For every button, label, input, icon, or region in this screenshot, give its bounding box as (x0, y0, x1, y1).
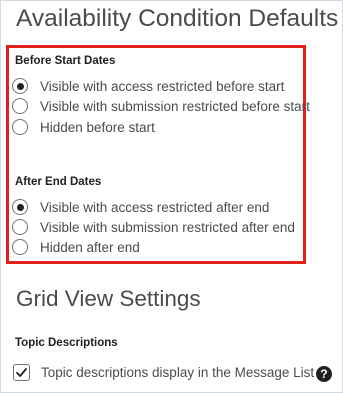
radio-visible-submission-before-start[interactable]: Visible with submission restricted befor… (12, 96, 310, 116)
radio-label: Visible with access restricted after end (40, 199, 270, 215)
radio-button[interactable] (12, 98, 28, 114)
radio-label: Hidden before start (40, 119, 155, 135)
radio-button[interactable] (12, 119, 28, 135)
radio-button[interactable] (12, 239, 28, 255)
topic-descriptions-checkbox-row[interactable]: Topic descriptions display in the Messag… (13, 364, 314, 381)
radio-label: Visible with access restricted before st… (40, 78, 285, 94)
topic-descriptions-label: Topic Descriptions (15, 337, 118, 349)
radio-label: Visible with submission restricted after… (40, 219, 295, 235)
checkbox-label: Topic descriptions display in the Messag… (41, 365, 315, 380)
page-title: Availability Condition Defaults (16, 5, 339, 32)
question-circle-icon[interactable]: ? (316, 366, 332, 382)
radio-button[interactable] (12, 78, 28, 94)
radio-selected-dot (16, 82, 24, 90)
topic-descriptions-checkbox[interactable] (13, 364, 30, 381)
before-start-label: Before Start Dates (15, 55, 116, 67)
after-end-label: After End Dates (15, 176, 102, 188)
radio-visible-access-after-end[interactable]: Visible with access restricted after end (12, 197, 269, 217)
radio-visible-submission-after-end[interactable]: Visible with submission restricted after… (12, 217, 295, 237)
radio-button[interactable] (12, 219, 28, 235)
radio-label: Visible with submission restricted befor… (40, 98, 310, 114)
grid-view-settings-title: Grid View Settings (16, 286, 201, 311)
radio-hidden-before-start[interactable]: Hidden before start (12, 117, 155, 137)
checkmark-icon (16, 368, 27, 377)
radio-hidden-after-end[interactable]: Hidden after end (12, 237, 140, 257)
radio-selected-dot (16, 203, 24, 211)
radio-label: Hidden after end (40, 239, 140, 255)
settings-panel: Availability Condition Defaults Before S… (0, 0, 343, 393)
radio-visible-access-before-start[interactable]: Visible with access restricted before st… (12, 76, 284, 96)
radio-button[interactable] (12, 199, 28, 215)
